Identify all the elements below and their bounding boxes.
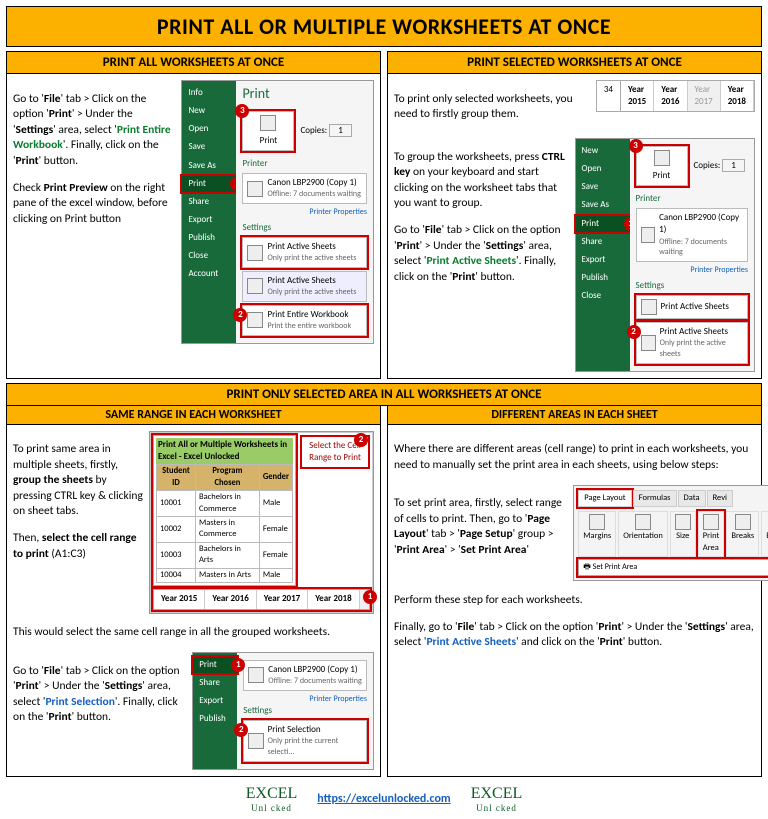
printer-icon (260, 115, 276, 131)
section-title: PRINT SELECTED WORKSHEETS AT ONCE (388, 52, 761, 74)
logo: EXCELUnl cked (471, 785, 523, 813)
instruction-text: Then, select the cell range to print (A1… (13, 531, 143, 562)
instruction-text: This would select the same cell range in… (13, 625, 374, 641)
sheet-icon (247, 278, 263, 294)
screenshot-file-print: New Open Save Save As Print1 Share Expor… (575, 138, 756, 372)
section-different-areas: DIFFERENT AREAS IN EACH SHEET Where ther… (387, 406, 762, 777)
instruction-text: Where there are different areas (cell ra… (394, 442, 755, 473)
option-entire-workbook[interactable]: Print Entire WorkbookPrint the entire wo… (242, 305, 367, 336)
sheet-icon (641, 335, 656, 351)
orientation-icon (635, 514, 651, 530)
subsection-title: DIFFERENT AREAS IN EACH SHEET (388, 406, 761, 425)
instruction-text: Go to 'File' tab > Click on the option '… (13, 92, 175, 170)
instruction-text: Go to 'File' tab > Click on the option '… (394, 223, 569, 285)
section-title: PRINT ONLY SELECTED AREA IN ALL WORKSHEE… (7, 384, 761, 406)
printer-icon (641, 227, 656, 243)
section-title: PRINT ALL WORKSHEETS AT ONCE (7, 52, 380, 74)
footer: EXCELUnl cked https://excelunlocked.com … (6, 781, 762, 813)
sheet-icon (248, 733, 263, 749)
section-same-range: SAME RANGE IN EACH WORKSHEET To print sa… (6, 406, 381, 777)
instruction-text: Perform these step for each worksheets. (394, 593, 755, 609)
printer-icon (654, 150, 670, 166)
set-print-area-option[interactable]: 🖶 Set Print Area (578, 559, 768, 576)
print-button[interactable]: Print 3 (242, 111, 294, 151)
menu-print[interactable]: Print1 (576, 216, 630, 232)
subsection-title: SAME RANGE IN EACH WORKSHEET (7, 406, 380, 425)
main-title: PRINT ALL OR MULTIPLE WORKSHEETS AT ONCE (6, 6, 762, 47)
screenshot-worksheet: Print All or Multiple Worksheets in Exce… (149, 431, 374, 614)
settings-dropdown[interactable]: Print Active SheetsOnly print the active… (242, 237, 367, 268)
tab-page-layout[interactable]: Page Layout (578, 490, 631, 507)
print-button[interactable]: Print 3 (636, 146, 688, 186)
footer-link[interactable]: https://excelunlocked.com (317, 792, 450, 806)
breaks-icon (735, 514, 751, 530)
instruction-text: To group the worksheets, press CTRL key … (394, 150, 569, 212)
printer-icon (247, 181, 263, 197)
instruction-text: To set print area, firstly, select range… (394, 496, 567, 558)
print-area-button[interactable]: Print Area (698, 511, 725, 557)
margins-icon (589, 514, 605, 530)
sheet-icon (247, 245, 263, 261)
section-print-all: PRINT ALL WORKSHEETS AT ONCE Go to 'File… (6, 51, 381, 379)
sheet-tabs-screenshot: 34 Year 2015 Year 2016 Year 2017 Year 20… (596, 80, 755, 112)
menu-print[interactable]: Print1 (182, 176, 236, 192)
book-icon (247, 312, 263, 328)
option-active-sheets[interactable]: Print Active SheetsOnly print the active… (636, 322, 749, 364)
print-area-icon (703, 514, 719, 530)
instruction-text: Check Print Preview on the right pane of… (13, 181, 175, 228)
sheet-icon (641, 299, 657, 315)
printer-icon (248, 667, 264, 683)
option-print-selection[interactable]: Print SelectionOnly print the current se… (243, 720, 367, 762)
screenshot-file-print: Print1 Share Export Publish Canon LBP290… (192, 652, 374, 770)
instruction-text: To print only selected worksheets, you n… (394, 92, 590, 123)
instruction-text: To print same area in multiple sheets, f… (13, 442, 143, 520)
logo: EXCELUnl cked (246, 785, 298, 813)
screenshot-ribbon: Page Layout Formulas Data Revi Margins O… (573, 485, 768, 581)
menu-print[interactable]: Print1 (193, 657, 237, 673)
size-icon (675, 514, 691, 530)
instruction-text: Finally, go to 'File' tab > Click on the… (394, 620, 755, 651)
screenshot-file-print: Info New Open Save Save As Print1 Share … (181, 80, 374, 344)
settings-dropdown[interactable]: Print Active Sheets (636, 295, 749, 319)
section-print-selected: PRINT SELECTED WORKSHEETS AT ONCE To pri… (387, 51, 762, 379)
